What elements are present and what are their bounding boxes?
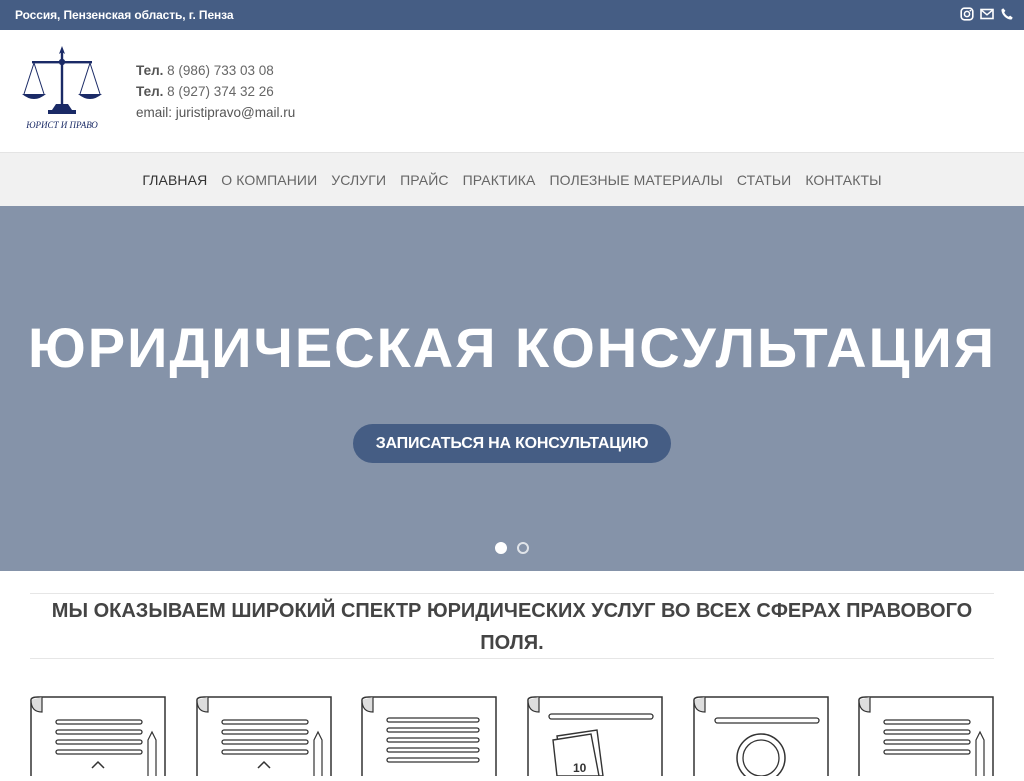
slider-dots [495,542,529,554]
nav-item-practice[interactable]: ПРАКТИКА [463,172,536,188]
email-label: email: [136,105,173,120]
logo-caption: ЮРИСТ И ПРАВО [26,120,98,130]
service-card[interactable] [858,696,994,776]
tagline-line-2: ПОЛЯ. [480,632,544,654]
document-pen-icon [30,696,166,776]
instagram-icon[interactable] [960,7,974,21]
top-bar: Россия, Пензенская область, г. Пенза [0,0,1024,30]
phone-label: Тел. [136,84,164,99]
service-cards: 10 [30,696,994,781]
site-header: ЮРИСТ И ПРАВО Тел. 8 (986) 733 03 08 Тел… [0,30,1024,152]
nav-item-articles[interactable]: СТАТЬИ [737,172,791,188]
document-photos-icon: 10 [527,696,663,777]
nav-item-contacts[interactable]: КОНТАКТЫ [805,172,881,188]
main-nav: ГЛАВНАЯ О КОМПАНИИ УСЛУГИ ПРАЙС ПРАКТИКА… [0,152,1024,206]
nav-item-price[interactable]: ПРАЙС [400,172,448,188]
logo[interactable]: ЮРИСТ И ПРАВО [20,44,104,134]
slider-dot-2[interactable] [517,542,529,554]
service-card[interactable] [196,696,332,776]
nav-item-about[interactable]: О КОМПАНИИ [221,172,317,188]
service-card[interactable] [693,696,829,781]
phone-line-2: Тел. 8 (927) 374 32 26 [136,81,295,102]
hero-slider: ЮРИДИЧЕСКАЯ КОНСУЛЬТАЦИЯ ЗАПИСАТЬСЯ НА К… [0,206,1024,571]
email-line: email: juristipravo@mail.ru [136,102,295,123]
mail-icon[interactable] [980,7,994,21]
document-seal-icon [693,696,829,781]
contact-info: Тел. 8 (986) 733 03 08 Тел. 8 (927) 374 … [136,60,295,123]
nav-item-materials[interactable]: ПОЛЕЗНЫЕ МАТЕРИАЛЫ [549,172,722,188]
tagline-line-1: МЫ ОКАЗЫВАЕМ ШИРОКИЙ СПЕКТР ЮРИДИЧЕСКИХ … [51,600,973,622]
nav-item-services[interactable]: УСЛУГИ [331,172,386,188]
scales-of-justice-icon [22,46,102,114]
phone-icon[interactable] [1000,7,1014,21]
social-links [960,7,1014,21]
document-lines-icon [361,696,497,776]
document-pen-icon [858,696,994,776]
phone-label: Тел. [136,63,164,78]
email-address[interactable]: juristipravo@mail.ru [172,105,295,120]
hero-title: ЮРИДИЧЕСКАЯ КОНСУЛЬТАЦИЯ [27,316,997,379]
service-card[interactable] [361,696,497,776]
phone-line-1: Тел. 8 (986) 733 03 08 [136,60,295,81]
document-pen-icon [196,696,332,776]
nav-item-home[interactable]: ГЛАВНАЯ [142,172,207,188]
service-card[interactable]: 10 [527,696,663,777]
slider-dot-1[interactable] [495,542,507,554]
consultation-button[interactable]: ЗАПИСАТЬСЯ НА КОНСУЛЬТАЦИЮ [353,424,671,463]
service-card[interactable] [30,696,166,776]
phone-number-2[interactable]: 8 (927) 374 32 26 [163,84,274,99]
phone-number-1[interactable]: 8 (986) 733 03 08 [163,63,274,78]
location-text: Россия, Пензенская область, г. Пенза [15,8,234,22]
services-tagline: МЫ ОКАЗЫВАЕМ ШИРОКИЙ СПЕКТР ЮРИДИЧЕСКИХ … [30,593,994,659]
svg-text:10: 10 [573,761,587,775]
